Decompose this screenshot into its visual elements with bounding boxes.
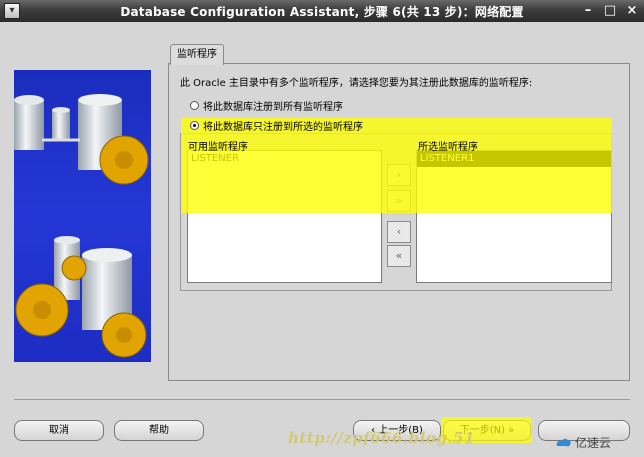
move-all-right-button[interactable]: » [387, 190, 411, 212]
brand-watermark: 亿速云 [556, 434, 611, 451]
radio-register-all[interactable]: 将此数据库注册到所有监听程序 [190, 98, 343, 113]
minimize-icon[interactable]: – [580, 3, 596, 19]
help-button[interactable]: 帮助 [114, 420, 204, 441]
move-all-left-button[interactable]: « [387, 245, 411, 267]
move-right-button[interactable]: › [387, 164, 411, 186]
brand-name: 亿速云 [575, 436, 612, 450]
selected-listeners-label: 所选监听程序 [418, 142, 478, 153]
selected-listeners-list[interactable]: LISTENER1 [416, 150, 612, 283]
move-all-right-icon: » [395, 194, 403, 207]
move-left-icon: ‹ [396, 225, 402, 238]
radio-button-selected[interactable] [190, 121, 199, 130]
list-item[interactable]: LISTENER [188, 151, 381, 167]
available-listeners-label: 可用监听程序 [188, 142, 248, 153]
radio-register-selected[interactable]: 将此数据库只注册到所选的监听程序 [190, 118, 363, 133]
title-bar: ▾ Database Configuration Assistant, 步骤 6… [0, 0, 644, 23]
radio-button[interactable] [190, 101, 199, 110]
list-item-selected[interactable]: LISTENER1 [417, 151, 611, 167]
cloud-logo-icon [556, 438, 571, 446]
watermark-text: http://zpf666.blog.51 [288, 429, 476, 447]
next-arrow-icon: » [505, 425, 515, 436]
radio-label: 将此数据库注册到所有监听程序 [203, 102, 343, 113]
move-left-button[interactable]: ‹ [387, 221, 411, 243]
available-listeners-list[interactable]: LISTENER [187, 150, 382, 283]
close-icon[interactable]: × [624, 3, 640, 19]
move-right-icon: › [396, 168, 402, 181]
instruction-text: 此 Oracle 主目录中有多个监听程序，请选择您要为其注册此数据库的监听程序: [180, 78, 533, 89]
separator [14, 399, 630, 400]
cancel-button[interactable]: 取消 [14, 420, 104, 441]
radio-label: 将此数据库只注册到所选的监听程序 [203, 122, 363, 133]
window-title: Database Configuration Assistant, 步骤 6(共… [120, 5, 524, 19]
tab-listeners[interactable]: 监听程序 [170, 44, 224, 65]
maximize-icon[interactable]: □ [602, 3, 618, 19]
move-all-left-icon: « [395, 249, 403, 262]
side-illustration [14, 70, 151, 362]
